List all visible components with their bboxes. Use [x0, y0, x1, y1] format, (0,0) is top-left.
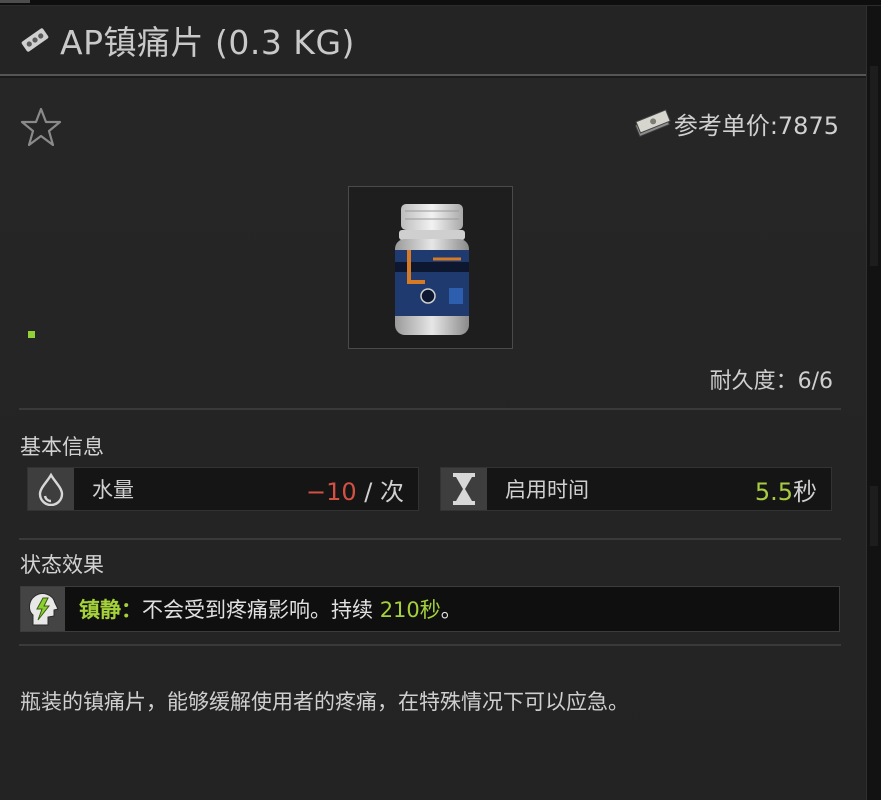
effect-duration: 210秒	[379, 598, 441, 622]
scrollbar-thumb[interactable]	[870, 486, 878, 546]
effect-description: 不会受到疼痛影响。持续	[142, 598, 380, 622]
water-drop-icon	[28, 468, 74, 510]
stat-use-time-label: 启用时间	[505, 478, 589, 502]
divider	[19, 538, 841, 540]
scrollbar-track-segment	[870, 66, 878, 266]
effect-name: 镇静：	[79, 598, 142, 622]
stat-use-time-unit: 秒	[793, 477, 817, 506]
favorite-star-icon[interactable]	[20, 106, 62, 148]
section-status-effects: 状态效果	[20, 553, 104, 577]
reference-price: 参考单价:7875	[632, 106, 839, 141]
effect-end: 。	[440, 598, 462, 622]
pill-bottle-image	[395, 204, 469, 335]
stat-hydration-value: −10 / 次	[306, 472, 404, 507]
stat-hydration-label: 水量	[92, 478, 134, 502]
pill-blister-icon	[21, 28, 49, 52]
calm-head-icon	[21, 587, 65, 631]
section-basic-info: 基本信息	[20, 435, 104, 459]
item-description: 瓶装的镇痛片，能够缓解使用者的疼痛，在特殊情况下可以应急。	[20, 690, 629, 714]
stat-use-time-number: 5.5	[754, 477, 793, 506]
stat-use-time-value: 5.5秒	[755, 472, 817, 507]
status-effect-text: 镇静：不会受到疼痛影响。持续 210秒。	[79, 594, 462, 624]
status-effect-row: 镇静：不会受到疼痛影响。持续 210秒。	[20, 586, 840, 632]
price-label: 参考单价:7875	[673, 112, 839, 140]
stat-hydration: 水量 −10 / 次	[27, 467, 419, 511]
stat-hydration-unit: / 次	[356, 477, 404, 506]
money-bills-icon	[634, 108, 671, 137]
divider	[19, 408, 841, 410]
durability-text: 耐久度：6/6	[709, 369, 833, 394]
stat-use-time: 启用时间 5.5秒	[440, 467, 832, 511]
status-indicator-dot	[28, 331, 35, 338]
top-strip-mark	[0, 0, 30, 3]
item-title: AP镇痛片 (0.3 KG)	[60, 23, 355, 62]
item-image-frame	[348, 186, 513, 349]
divider	[19, 644, 841, 646]
hourglass-icon	[441, 468, 487, 510]
item-title-bar: AP镇痛片 (0.3 KG)	[0, 6, 866, 76]
stat-hydration-number: −10	[306, 477, 357, 506]
panel-scrollbar[interactable]	[866, 6, 881, 800]
